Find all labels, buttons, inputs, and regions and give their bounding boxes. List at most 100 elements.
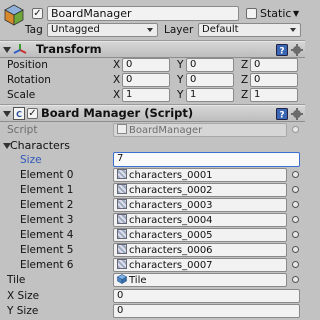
tile-object-field[interactable]: Tile <box>113 273 287 287</box>
sprite-icon <box>117 184 127 194</box>
layer-dropdown[interactable]: Default <box>198 23 301 37</box>
foldout-arrow-icon[interactable] <box>3 47 11 53</box>
object-picker-icon[interactable] <box>292 276 299 283</box>
scale-label: Scale <box>7 89 36 101</box>
svg-text:?: ? <box>279 47 284 57</box>
sprite-icon <box>117 169 127 179</box>
script-value: BoardManager <box>129 125 203 136</box>
rotation-label: Rotation <box>7 74 51 86</box>
element-object-field[interactable]: characters_0002 <box>113 183 287 197</box>
script-icon <box>117 124 127 134</box>
element-label: Element 3 <box>20 214 74 226</box>
size-input[interactable]: 7 <box>113 152 300 167</box>
tag-label: Tag <box>25 24 43 36</box>
foldout-arrow-icon[interactable] <box>3 111 11 117</box>
script-field: BoardManager <box>113 123 287 137</box>
rotation-z-field[interactable]: 0 <box>250 73 298 87</box>
board-manager-title: Board Manager (Script) <box>41 106 194 120</box>
script-icon: C <box>13 107 25 120</box>
tag-value: Untagged <box>51 24 100 35</box>
scale-y-field[interactable]: 1 <box>186 88 234 102</box>
object-picker-icon[interactable] <box>292 186 299 193</box>
object-picker-icon[interactable] <box>292 261 299 268</box>
xsize-input[interactable]: 0 <box>113 289 300 303</box>
help-book-icon[interactable]: ? <box>276 108 288 120</box>
axis-z-label[interactable]: Z <box>241 89 248 102</box>
axis-y-label[interactable]: Y <box>177 89 183 102</box>
static-label: Static <box>260 7 292 20</box>
element-value: characters_0002 <box>129 185 213 196</box>
scale-z-field[interactable]: 1 <box>250 88 298 102</box>
rotation-x-field[interactable]: 0 <box>122 73 170 87</box>
active-checkbox[interactable]: ✓ <box>32 8 43 19</box>
axis-z-label[interactable]: Z <box>241 74 248 87</box>
scale-x-field[interactable]: 1 <box>122 88 170 102</box>
element-value: characters_0005 <box>129 230 213 241</box>
object-picker-icon[interactable] <box>292 171 299 178</box>
layer-label: Layer <box>164 24 194 36</box>
position-y-field[interactable]: 0 <box>186 58 234 72</box>
element-label: Element 0 <box>20 169 74 181</box>
element-value: characters_0007 <box>129 260 213 271</box>
element-object-field[interactable]: characters_0001 <box>113 168 287 182</box>
object-picker-icon[interactable] <box>292 231 299 238</box>
svg-text:C: C <box>16 110 22 119</box>
axis-x-label[interactable]: X <box>113 74 120 87</box>
sprite-icon <box>117 199 127 209</box>
axis-x-label[interactable]: X <box>113 59 120 72</box>
object-picker-icon[interactable] <box>292 246 299 253</box>
position-label: Position <box>7 59 48 71</box>
characters-label[interactable]: Characters <box>10 139 70 152</box>
element-label: Element 2 <box>20 199 74 211</box>
tile-label: Tile <box>7 274 26 286</box>
axis-x-label[interactable]: X <box>113 89 120 102</box>
ysize-input[interactable]: 0 <box>113 304 300 318</box>
object-picker-icon[interactable] <box>292 201 299 208</box>
help-book-icon[interactable]: ? <box>276 44 288 56</box>
transform-header[interactable]: Transform ? <box>0 41 305 58</box>
element-label: Element 5 <box>20 244 74 256</box>
prefab-icon <box>116 274 128 285</box>
transform-title: Transform <box>36 42 102 56</box>
sprite-icon <box>117 214 127 224</box>
transform-axes-icon <box>13 44 27 54</box>
position-x-field[interactable]: 0 <box>122 58 170 72</box>
ysize-label: Y Size <box>7 305 39 317</box>
axis-y-label[interactable]: Y <box>177 74 183 87</box>
element-label: Element 6 <box>20 259 74 271</box>
static-dropdown-arrow[interactable]: ▼ <box>293 7 299 20</box>
layer-value: Default <box>202 24 239 35</box>
element-value: characters_0004 <box>129 215 213 226</box>
sprite-icon <box>117 229 127 239</box>
tag-dropdown-arrow-icon <box>147 28 153 32</box>
element-value: characters_0001 <box>129 170 213 181</box>
element-object-field[interactable]: characters_0004 <box>113 213 287 227</box>
xsize-label: X Size <box>7 290 40 302</box>
object-name-field[interactable]: BoardManager <box>47 6 239 21</box>
size-label: Size <box>20 154 42 166</box>
script-label: Script <box>7 124 38 136</box>
element-value: characters_0003 <box>129 200 213 211</box>
gear-icon[interactable] <box>291 44 303 56</box>
tag-dropdown[interactable]: Untagged <box>47 23 158 37</box>
position-z-field[interactable]: 0 <box>250 58 298 72</box>
element-object-field[interactable]: characters_0006 <box>113 243 287 257</box>
object-picker-icon <box>292 126 299 133</box>
sprite-icon <box>117 259 127 269</box>
element-object-field[interactable]: characters_0003 <box>113 198 287 212</box>
axis-z-label[interactable]: Z <box>241 59 248 72</box>
element-object-field[interactable]: characters_0007 <box>113 258 287 272</box>
cube-icon <box>4 4 24 26</box>
element-label: Element 4 <box>20 229 74 241</box>
layer-dropdown-arrow-icon <box>290 28 296 32</box>
static-checkbox[interactable] <box>246 8 257 19</box>
element-object-field[interactable]: characters_0005 <box>113 228 287 242</box>
object-picker-icon[interactable] <box>292 216 299 223</box>
element-value: characters_0006 <box>129 245 213 256</box>
axis-y-label[interactable]: Y <box>177 59 183 72</box>
rotation-y-field[interactable]: 0 <box>186 73 234 87</box>
script-enabled-checkbox[interactable]: ✓ <box>27 108 38 119</box>
gear-icon[interactable] <box>291 108 303 120</box>
board-manager-header[interactable]: C ✓ Board Manager (Script) ? <box>0 105 305 122</box>
tile-value: Tile <box>129 275 147 286</box>
